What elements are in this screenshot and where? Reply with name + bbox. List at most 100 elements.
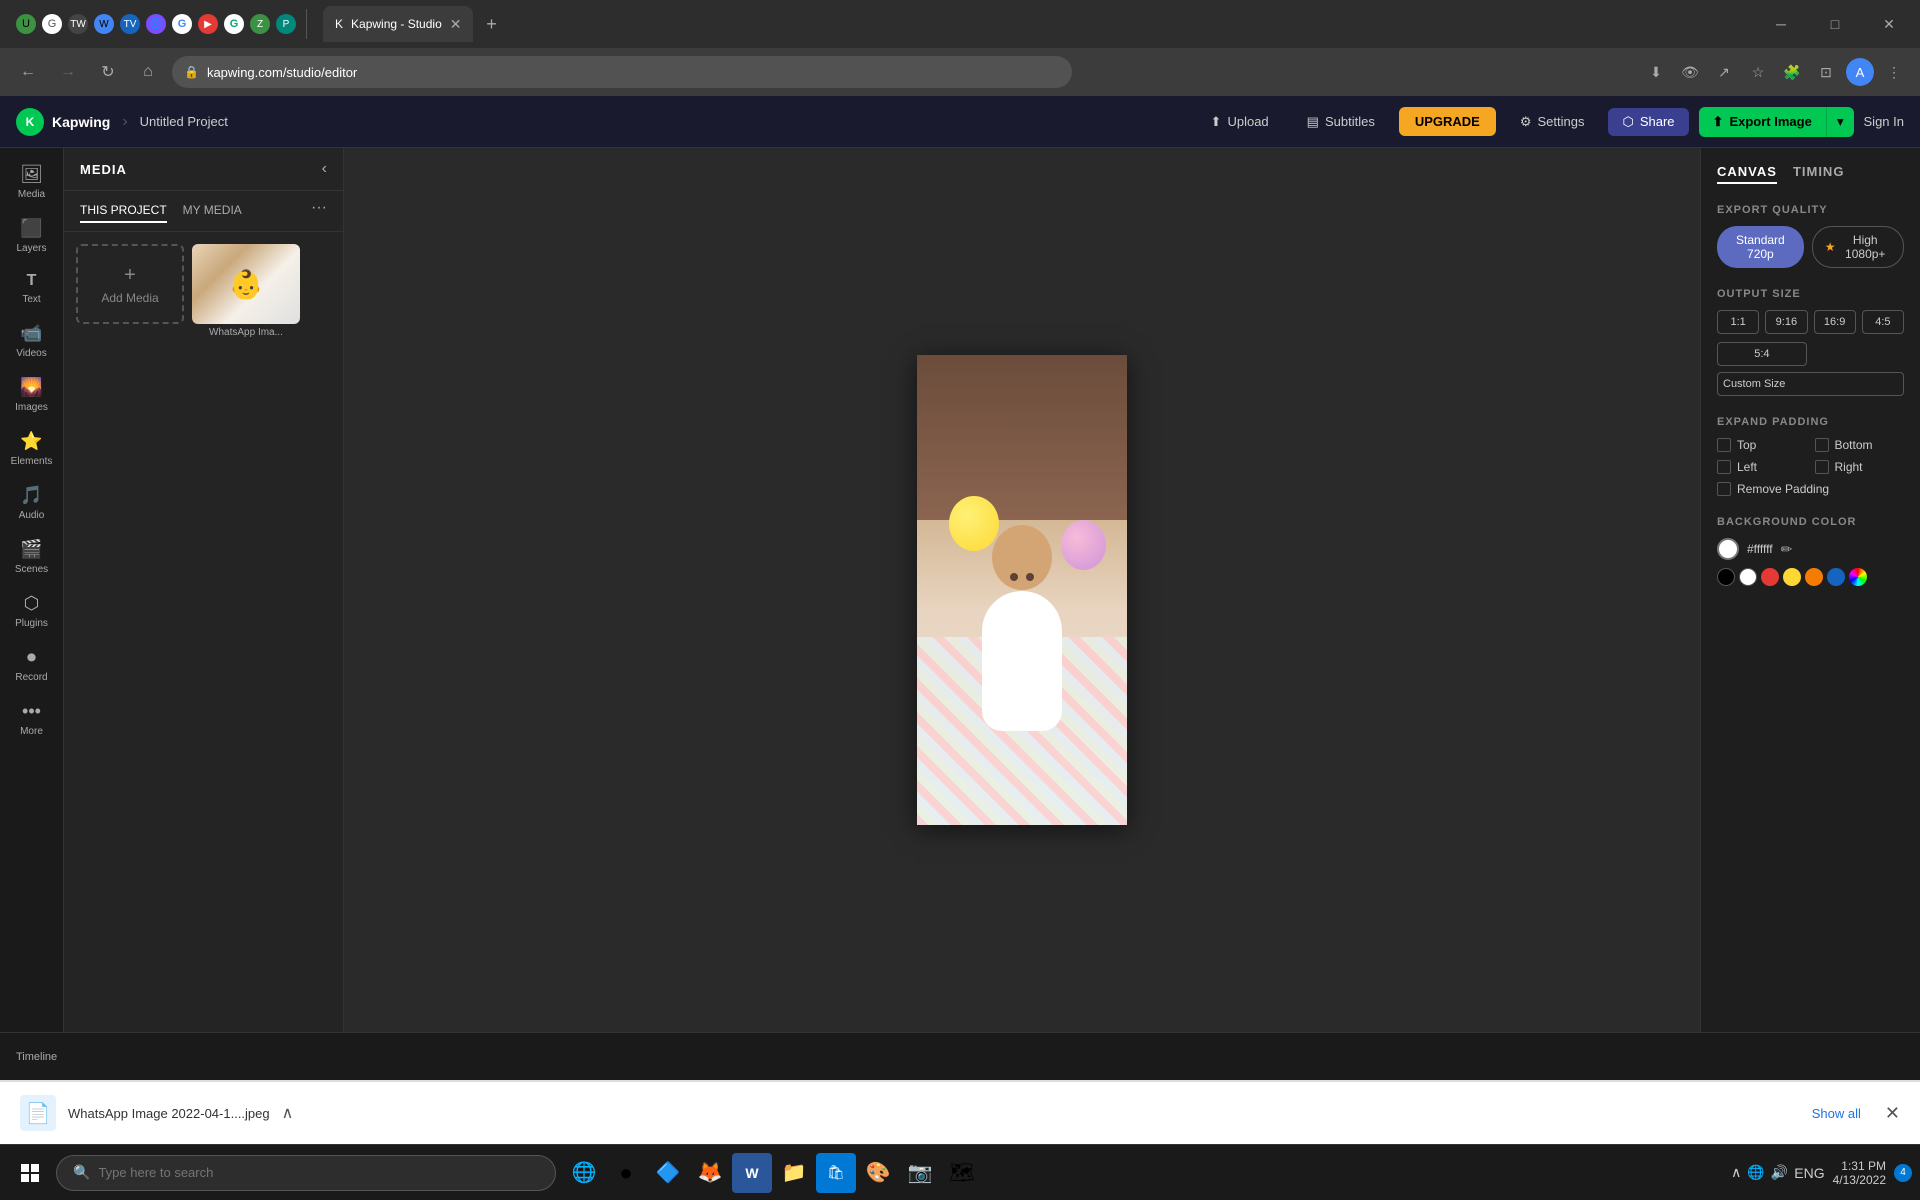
puzzle-icon[interactable]: 🧩 (1778, 58, 1806, 86)
quality-high-button[interactable]: ★ High 1080p+ (1812, 226, 1904, 268)
padding-left-button[interactable]: Left (1717, 460, 1807, 474)
sidebar-item-plugins[interactable]: ⬡ Plugins (4, 585, 60, 637)
kapwing-logo[interactable]: K Kapwing (16, 108, 110, 136)
sidebar-item-record[interactable]: ⏺ Record (4, 639, 60, 691)
share-nav-icon[interactable]: ↗ (1710, 58, 1738, 86)
sidebar-item-media[interactable]: 🖼 Media (4, 156, 60, 208)
taskbar-search-input[interactable] (98, 1165, 539, 1180)
taskbar-search-bar[interactable]: 🔍 (56, 1155, 556, 1191)
notification-badge[interactable]: 4 (1894, 1164, 1912, 1182)
tab-timing[interactable]: TIMING (1793, 164, 1845, 184)
settings-button[interactable]: ⚙ Settings (1506, 108, 1599, 136)
project-name[interactable]: Untitled Project (140, 114, 228, 129)
taskbar-chrome-icon[interactable]: ● (606, 1153, 646, 1193)
split-icon[interactable]: ⊡ (1812, 58, 1840, 86)
custom-size-button[interactable]: Custom Size (1717, 372, 1904, 396)
favicon-wp[interactable]: W (94, 14, 114, 34)
padding-left-checkbox[interactable] (1717, 460, 1731, 474)
sidebar-item-layers[interactable]: ⬛ Layers (4, 210, 60, 262)
active-tab[interactable]: K Kapwing - Studio ✕ (323, 6, 473, 42)
favicon-youtube[interactable]: ▶ (198, 14, 218, 34)
export-dropdown-button[interactable]: ▾ (1826, 107, 1854, 137)
remove-padding-checkbox[interactable] (1717, 482, 1731, 496)
subtitles-button[interactable]: ▤ Subtitles (1293, 108, 1389, 136)
sidebar-item-text[interactable]: T Text (4, 264, 60, 313)
taskbar-maps-icon[interactable]: 🗺 (942, 1153, 982, 1193)
volume-icon[interactable]: 🔊 (1771, 1164, 1788, 1181)
reload-button[interactable]: ↻ (92, 56, 124, 88)
home-button[interactable]: ⌂ (132, 56, 164, 88)
eye-icon[interactable]: 👁 (1676, 58, 1704, 86)
upload-button[interactable]: ⬆ Upload (1197, 108, 1283, 136)
padding-top-button[interactable]: Top (1717, 438, 1807, 452)
taskbar-clock[interactable]: 1:31 PM 4/13/2022 (1833, 1159, 1886, 1187)
download-close-button[interactable]: ✕ (1885, 1103, 1900, 1124)
quality-standard-button[interactable]: Standard 720p (1717, 226, 1804, 268)
swatch-yellow[interactable] (1783, 568, 1801, 586)
tray-arrow-icon[interactable]: ∧ (1731, 1164, 1741, 1181)
pencil-icon[interactable]: ✏ (1781, 541, 1793, 558)
taskbar-paint-icon[interactable]: 🎨 (858, 1153, 898, 1193)
favicon-tv[interactable]: TV (120, 14, 140, 34)
taskbar-edge-icon[interactable]: 🔷 (648, 1153, 688, 1193)
swatch-black[interactable] (1717, 568, 1735, 586)
favicon-upwork[interactable]: U (16, 14, 36, 34)
tab-close-btn[interactable]: ✕ (450, 16, 462, 33)
taskbar-ie-icon[interactable]: 🌐 (564, 1153, 604, 1193)
favicon-zoom[interactable]: Z (250, 14, 270, 34)
sidebar-item-elements[interactable]: ⭐ Elements (4, 423, 60, 475)
maximize-button[interactable]: □ (1812, 8, 1858, 40)
swatch-white[interactable] (1739, 568, 1757, 586)
download-icon[interactable]: ⬇ (1642, 58, 1670, 86)
bookmark-icon[interactable]: ☆ (1744, 58, 1772, 86)
favicon-tw[interactable]: TW (68, 14, 88, 34)
padding-top-checkbox[interactable] (1717, 438, 1731, 452)
favicon-google3[interactable]: G (224, 14, 244, 34)
swatch-blue[interactable] (1827, 568, 1845, 586)
size-5-4[interactable]: 5:4 (1717, 342, 1807, 366)
share-button[interactable]: ⬡ Share (1608, 108, 1688, 136)
minimize-button[interactable]: ─ (1758, 8, 1804, 40)
remove-padding-button[interactable]: Remove Padding (1717, 482, 1904, 496)
size-1-1[interactable]: 1:1 (1717, 310, 1759, 334)
signin-button[interactable]: Sign In (1864, 114, 1904, 129)
address-bar[interactable]: 🔒 kapwing.com/studio/editor (172, 56, 1072, 88)
new-tab-button[interactable]: + (477, 10, 505, 38)
sidebar-item-audio[interactable]: 🎵 Audio (4, 477, 60, 529)
tab-this-project[interactable]: THIS PROJECT (80, 199, 167, 223)
media-more-btn[interactable]: ··· (311, 199, 327, 223)
size-9-16[interactable]: 9:16 (1765, 310, 1807, 334)
favicon-pinwheel[interactable]: 🌀 (146, 14, 166, 34)
sidebar-item-scenes[interactable]: 🎬 Scenes (4, 531, 60, 583)
taskbar-store-icon[interactable]: 🛍 (816, 1153, 856, 1193)
profile-avatar[interactable]: A (1846, 58, 1874, 86)
bg-hex-value[interactable]: #ffffff (1747, 542, 1773, 556)
padding-bottom-button[interactable]: Bottom (1815, 438, 1905, 452)
upgrade-button[interactable]: UPGRADE (1399, 107, 1496, 136)
sidebar-item-images[interactable]: 🌄 Images (4, 369, 60, 421)
start-button[interactable] (8, 1151, 52, 1195)
favicon-google[interactable]: G (42, 14, 62, 34)
export-button[interactable]: ⬆ Export Image (1699, 107, 1826, 137)
tab-my-media[interactable]: MY MEDIA (183, 199, 242, 223)
bg-color-swatch[interactable] (1717, 538, 1739, 560)
show-all-button[interactable]: Show all (1812, 1106, 1861, 1121)
padding-bottom-checkbox[interactable] (1815, 438, 1829, 452)
expand-chevron-icon[interactable]: ∧ (282, 1103, 294, 1123)
sidebar-item-videos[interactable]: 📹 Videos (4, 315, 60, 367)
swatch-orange[interactable] (1805, 568, 1823, 586)
favicon-ppt[interactable]: P (276, 14, 296, 34)
swatch-rainbow[interactable] (1849, 568, 1867, 586)
padding-right-button[interactable]: Right (1815, 460, 1905, 474)
media-file-item[interactable]: 👶 WhatsApp Ima... (192, 244, 300, 338)
network-icon[interactable]: 🌐 (1747, 1164, 1764, 1181)
size-4-5[interactable]: 4:5 (1862, 310, 1904, 334)
sidebar-item-more[interactable]: ••• More (4, 693, 60, 745)
media-thumbnail[interactable]: 👶 (192, 244, 300, 324)
favicon-google2[interactable]: G (172, 14, 192, 34)
back-button[interactable]: ← (12, 56, 44, 88)
canvas-area[interactable] (344, 148, 1700, 1032)
add-media-button[interactable]: + Add Media (76, 244, 184, 324)
swatch-red[interactable] (1761, 568, 1779, 586)
close-button[interactable]: ✕ (1866, 8, 1912, 40)
